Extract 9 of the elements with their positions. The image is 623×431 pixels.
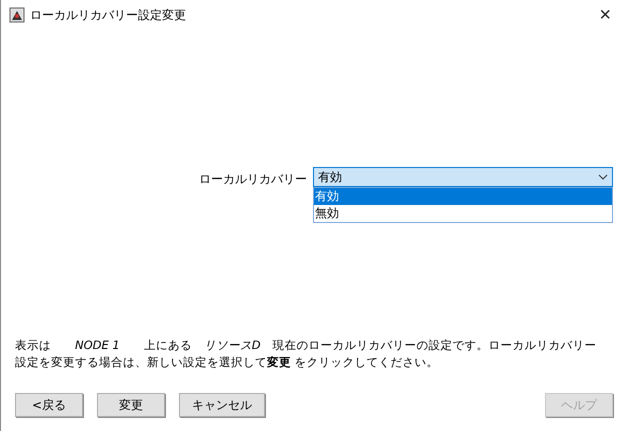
dialog-button[interactable]: キャンセル <box>179 393 265 417</box>
description-text: 表示は NODE 1 上にある リソースD 現在のローカルリカバリーの設定です。ローカルリカバリー設定を変更する場合は、新しい設定を選択して変更 をクリックしてください。 <box>15 337 598 371</box>
field-label: ローカルリカバリー <box>199 171 307 188</box>
dialog-button[interactable]: 変更 <box>97 393 165 417</box>
close-button[interactable]: × <box>595 4 615 26</box>
dialog-button[interactable]: <戻る <box>15 393 83 417</box>
dropdown-option[interactable]: 有効 <box>314 188 612 205</box>
window-title: ローカルリカバリー設定変更 <box>30 6 187 24</box>
dropdown-field[interactable]: 有効 <box>313 167 613 187</box>
